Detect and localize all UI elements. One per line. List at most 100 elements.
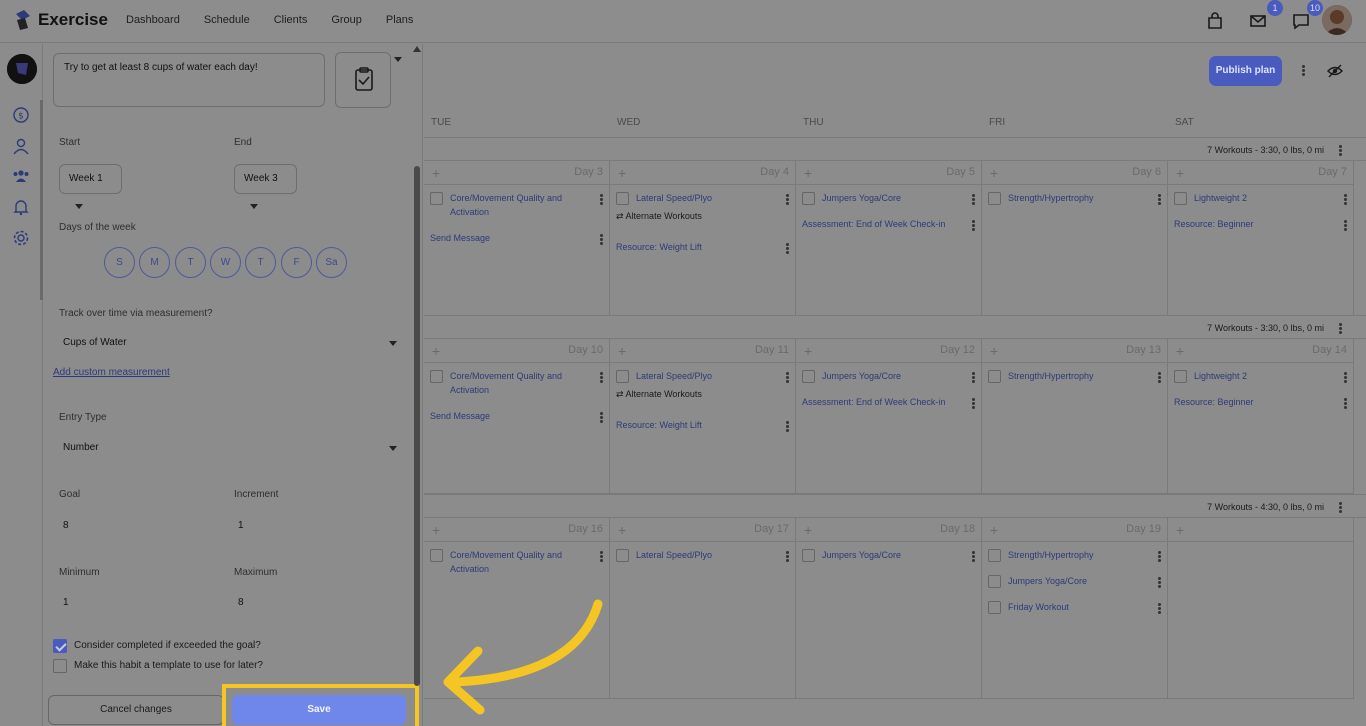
week-options-icon[interactable] — [1338, 501, 1342, 514]
nav-group[interactable]: Group — [331, 14, 362, 26]
workout-checkbox[interactable] — [616, 192, 629, 205]
habit-description-input[interactable]: Try to get at least 8 cups of water each… — [53, 53, 325, 107]
user-icon[interactable] — [12, 137, 30, 155]
item-options-icon[interactable] — [599, 371, 603, 384]
item-options-icon[interactable] — [1157, 193, 1161, 206]
workout-item[interactable]: Lightweight 2 — [1174, 369, 1347, 383]
workout-checkbox[interactable] — [430, 192, 443, 205]
week-options-icon[interactable] — [1338, 144, 1342, 157]
day-tuesday[interactable]: T — [175, 247, 206, 278]
resource-item[interactable]: Send Message — [430, 231, 603, 245]
dollar-icon[interactable]: $ — [12, 106, 30, 124]
item-options-icon[interactable] — [785, 371, 789, 384]
workout-checkbox[interactable] — [988, 192, 1001, 205]
resource-item[interactable]: Assessment: End of Week Check-in — [802, 395, 975, 409]
item-options-icon[interactable] — [1157, 550, 1161, 563]
item-options-icon[interactable] — [785, 193, 789, 206]
workout-item[interactable]: Jumpers Yoga/Core — [802, 191, 975, 205]
day-cell[interactable]: + Day 13 Strength/Hypertrophy — [982, 339, 1168, 494]
app-logo[interactable]: Exercise — [14, 10, 108, 30]
alternate-workouts-label[interactable]: ⇄ Alternate Workouts — [616, 389, 702, 400]
day-cell[interactable]: + Day 12 Jumpers Yoga/Core Assessment: End … — [796, 339, 982, 494]
workout-item[interactable]: Strength/Hypertrophy — [988, 548, 1161, 562]
start-week-select[interactable]: Week 1 — [59, 164, 122, 209]
save-button[interactable]: Save — [232, 695, 406, 725]
workout-item[interactable]: Strength/Hypertrophy — [988, 369, 1161, 383]
workout-item[interactable]: Friday Workout — [988, 600, 1161, 614]
workout-checkbox[interactable] — [430, 370, 443, 383]
item-options-icon[interactable] — [599, 550, 603, 563]
brand-avatar[interactable] — [7, 54, 37, 84]
gear-icon[interactable] — [12, 229, 30, 247]
workout-checkbox[interactable] — [616, 370, 629, 383]
day-cell[interactable]: + Day 6 Strength/Hypertrophy — [982, 161, 1168, 316]
workout-item[interactable]: Core/Movement Quality and Activation — [430, 369, 603, 397]
item-options-icon[interactable] — [971, 219, 975, 232]
day-cell[interactable]: + Day 18 Jumpers Yoga/Core — [796, 518, 982, 699]
add-workout-icon[interactable]: + — [804, 343, 812, 359]
day-cell[interactable]: + — [1168, 518, 1354, 699]
day-sunday[interactable]: S — [104, 247, 135, 278]
workout-checkbox[interactable] — [616, 549, 629, 562]
day-cell[interactable]: + Day 7 Lightweight 2 Resource: Beginner — [1168, 161, 1354, 316]
nav-schedule[interactable]: Schedule — [204, 14, 250, 26]
mail-icon[interactable] — [1249, 12, 1267, 30]
nav-plans[interactable]: Plans — [386, 14, 414, 26]
day-cell[interactable]: + Day 17 Lateral Speed/Plyo — [610, 518, 796, 699]
day-friday[interactable]: F — [281, 247, 312, 278]
workout-item[interactable]: Jumpers Yoga/Core — [802, 548, 975, 562]
item-options-icon[interactable] — [785, 420, 789, 433]
item-options-icon[interactable] — [1343, 371, 1347, 384]
item-options-icon[interactable] — [971, 371, 975, 384]
item-options-icon[interactable] — [599, 193, 603, 206]
alternate-workouts-label[interactable]: ⇄ Alternate Workouts — [616, 211, 702, 222]
day-cell[interactable]: + Day 5 Jumpers Yoga/Core Assessment: End o… — [796, 161, 982, 316]
add-workout-icon[interactable]: + — [618, 165, 626, 181]
day-cell[interactable]: + Day 10 Core/Movement Quality and Activat… — [424, 339, 610, 494]
resource-item[interactable]: Resource: Weight Lift — [616, 418, 789, 432]
workout-item[interactable]: Lateral Speed/Plyo — [616, 548, 789, 562]
resource-item[interactable]: Resource: Beginner — [1174, 217, 1347, 231]
hide-eye-icon[interactable] — [1327, 64, 1343, 78]
clipboard-button[interactable] — [335, 52, 391, 108]
user-avatar[interactable] — [1322, 5, 1352, 35]
day-thursday[interactable]: T — [245, 247, 276, 278]
item-options-icon[interactable] — [599, 233, 603, 246]
cancel-changes-button[interactable]: Cancel changes — [48, 695, 224, 725]
add-workout-icon[interactable]: + — [1176, 165, 1184, 181]
resource-item[interactable]: Send Message — [430, 409, 603, 423]
workout-checkbox[interactable] — [802, 192, 815, 205]
item-options-icon[interactable] — [971, 397, 975, 410]
workout-checkbox[interactable] — [988, 549, 1001, 562]
item-options-icon[interactable] — [1157, 371, 1161, 384]
workout-checkbox[interactable] — [802, 549, 815, 562]
item-options-icon[interactable] — [785, 550, 789, 563]
form-scrollbar[interactable] — [413, 44, 422, 726]
day-cell[interactable]: + Day 11 Lateral Speed/Plyo ⇄ Alternate Wor… — [610, 339, 796, 494]
template-checkbox[interactable] — [53, 659, 67, 673]
more-options-icon[interactable] — [1301, 64, 1305, 77]
day-saturday[interactable]: Sa — [316, 247, 347, 278]
add-workout-icon[interactable]: + — [618, 522, 626, 538]
maximum-input[interactable]: 8 — [238, 597, 244, 608]
item-options-icon[interactable] — [1157, 602, 1161, 615]
resource-item[interactable]: Resource: Weight Lift — [616, 240, 789, 254]
resource-item[interactable]: Resource: Beginner — [1174, 395, 1347, 409]
workout-item[interactable]: Lateral Speed/Plyo — [616, 191, 789, 205]
end-week-select[interactable]: Week 3 — [234, 164, 297, 209]
workout-checkbox[interactable] — [1174, 370, 1187, 383]
add-custom-measurement-link[interactable]: Add custom measurement — [53, 367, 170, 378]
bell-icon[interactable] — [12, 198, 30, 216]
shopping-bag-icon[interactable] — [1206, 12, 1224, 30]
workout-item[interactable]: Lateral Speed/Plyo — [616, 369, 789, 383]
item-options-icon[interactable] — [599, 411, 603, 424]
add-workout-icon[interactable]: + — [432, 165, 440, 181]
workout-checkbox[interactable] — [988, 370, 1001, 383]
week-options-icon[interactable] — [1338, 322, 1342, 335]
add-workout-icon[interactable]: + — [804, 522, 812, 538]
item-options-icon[interactable] — [1343, 219, 1347, 232]
scrollbar-thumb[interactable] — [414, 166, 420, 686]
day-cell[interactable]: + Day 19 Strength/Hypertrophy Jumpers Yoga/… — [982, 518, 1168, 699]
add-workout-icon[interactable]: + — [990, 343, 998, 359]
item-options-icon[interactable] — [785, 242, 789, 255]
